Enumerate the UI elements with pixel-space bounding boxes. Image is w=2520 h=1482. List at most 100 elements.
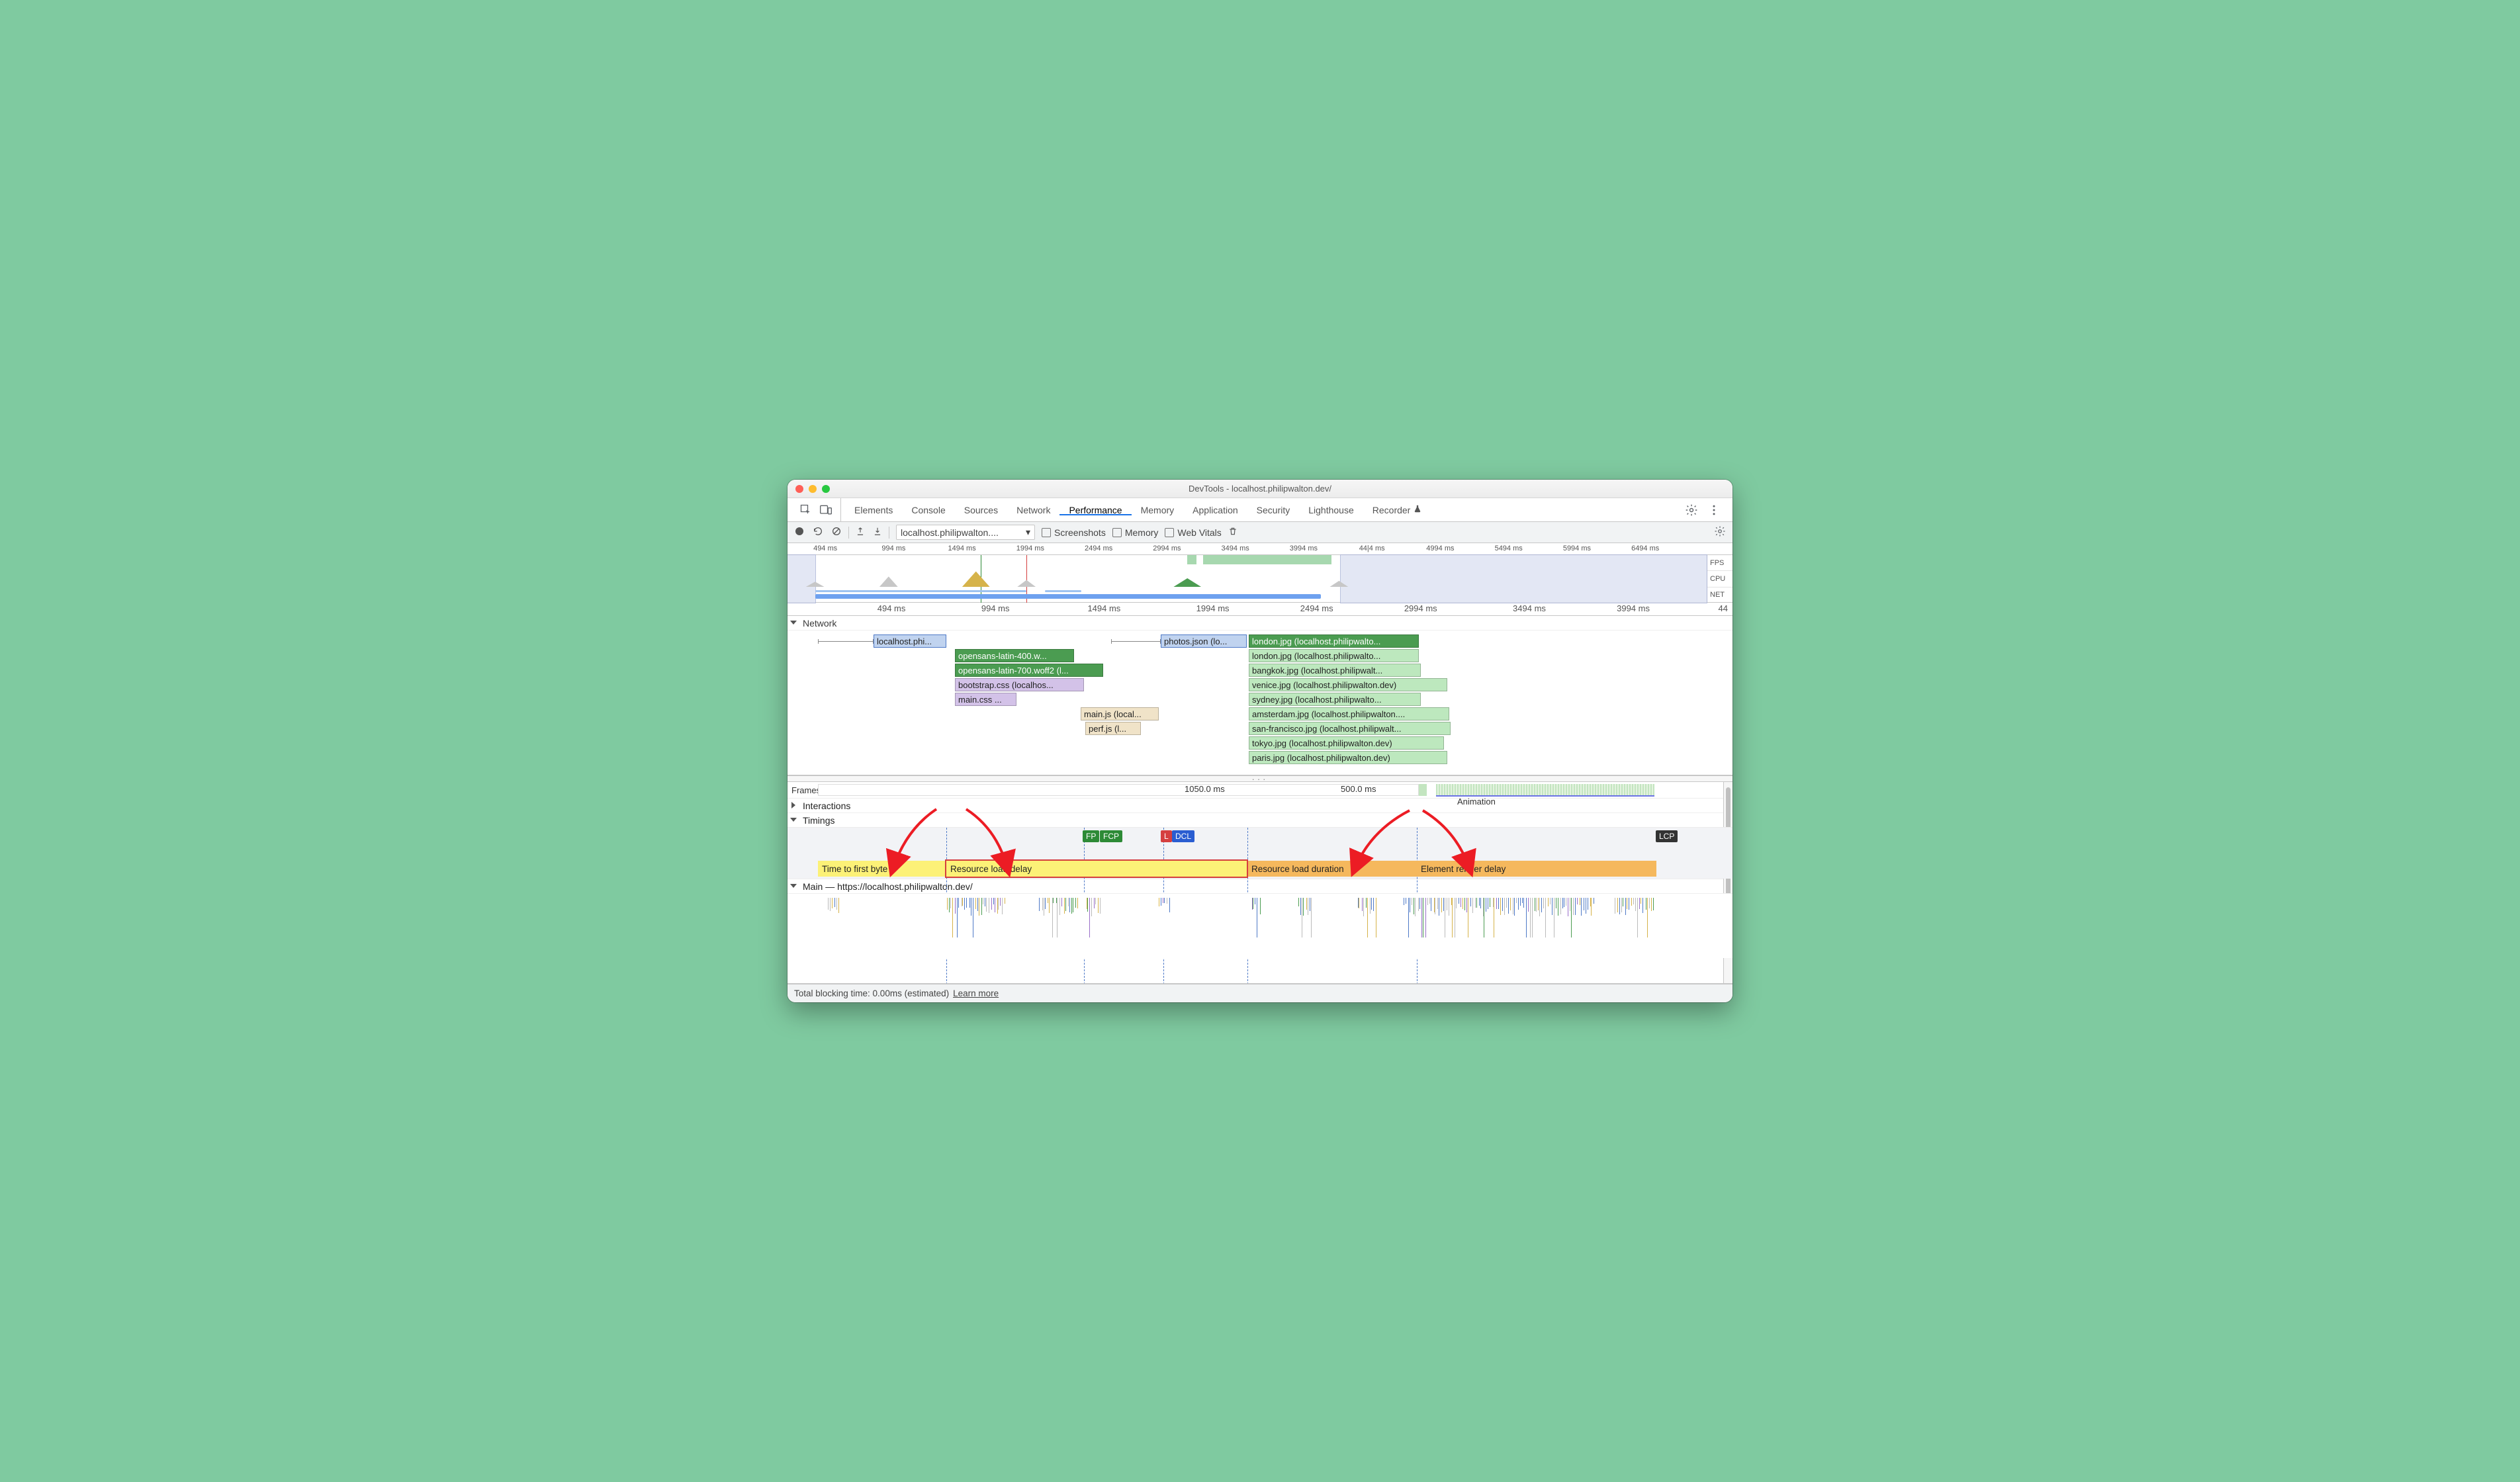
- trash-icon[interactable]: [1228, 526, 1238, 539]
- tab-console[interactable]: Console: [902, 504, 954, 515]
- tab-application[interactable]: Application: [1183, 504, 1247, 515]
- inspect-element-icon[interactable]: [799, 503, 813, 517]
- reload-icon[interactable]: [813, 526, 823, 539]
- network-request-bar[interactable]: bangkok.jpg (localhost.philipwalt...: [1249, 664, 1421, 677]
- network-request-bar[interactable]: opensans-latin-400.w...: [955, 649, 1074, 662]
- network-request-bar[interactable]: sydney.jpg (localhost.philipwalto...: [1249, 693, 1421, 706]
- main-ruler[interactable]: 494 ms994 ms1494 ms1994 ms2494 ms2994 ms…: [788, 603, 1732, 616]
- timings-track[interactable]: FP FCP L DCL LCP Time to first byte Reso…: [788, 827, 1732, 879]
- checkbox-screenshots[interactable]: Screenshots: [1042, 527, 1106, 538]
- ruler-tick: 3994 ms: [1617, 603, 1650, 613]
- performance-toolbar: localhost.philipwalton.... ▾ Screenshots…: [788, 522, 1732, 543]
- tab-recorder[interactable]: Recorder: [1363, 504, 1432, 515]
- phase-ttfb: Time to first byte: [818, 861, 946, 877]
- network-request-bar[interactable]: paris.jpg (localhost.philipwalton.dev): [1249, 751, 1447, 764]
- ruler-tick: 494 ms: [878, 603, 906, 613]
- overview-timeline[interactable]: 494 ms994 ms1494 ms1994 ms2494 ms2994 ms…: [788, 543, 1732, 603]
- network-request-bar[interactable]: main.css ...: [955, 693, 1016, 706]
- interactions-track[interactable]: Interactions: [788, 798, 1732, 812]
- overview-tick: 5494 ms: [1495, 543, 1523, 552]
- network-request-bar[interactable]: bootstrap.css (localhos...: [955, 678, 1084, 691]
- network-request-bar[interactable]: san-francisco.jpg (localhost.philipwalt.…: [1249, 722, 1451, 735]
- device-toolbar-icon[interactable]: [819, 503, 832, 517]
- overview-tick: 3994 ms: [1290, 543, 1318, 552]
- profile-target-label: localhost.philipwalton....: [901, 527, 999, 538]
- performance-content: 494 ms994 ms1494 ms1994 ms2494 ms2994 ms…: [788, 543, 1732, 984]
- more-icon[interactable]: [1707, 503, 1721, 517]
- main-track-label: Main — https://localhost.philipwalton.de…: [803, 881, 973, 892]
- section-network-header[interactable]: Network: [788, 616, 1732, 631]
- network-track[interactable]: localhost.phi... opensans-latin-400.w... o…: [788, 631, 1732, 775]
- network-request-bar[interactable]: tokyo.jpg (localhost.philipwalton.dev): [1249, 736, 1444, 750]
- network-request-bar[interactable]: opensans-latin-700.woff2 (l...: [955, 664, 1103, 677]
- overview-tick: 1494 ms: [948, 543, 976, 552]
- timings-label: Timings: [803, 815, 835, 826]
- checkbox-memory[interactable]: Memory: [1112, 527, 1159, 538]
- tab-memory[interactable]: Memory: [1132, 504, 1184, 515]
- tab-lighthouse[interactable]: Lighthouse: [1299, 504, 1363, 515]
- disclosure-triangle-icon: [791, 816, 799, 824]
- tab-network[interactable]: Network: [1007, 504, 1059, 515]
- disclosure-triangle-icon: [791, 619, 799, 627]
- network-request-bar[interactable]: perf.js (l...: [1085, 722, 1141, 735]
- network-request-bar[interactable]: london.jpg (localhost.philipwalto...: [1249, 634, 1419, 648]
- statusbar: Total blocking time: 0.00ms (estimated) …: [788, 984, 1732, 1002]
- capture-settings-icon[interactable]: [1714, 525, 1726, 539]
- frame-time-2: 500.0 ms: [1341, 784, 1376, 794]
- phase-resource-load-delay: Resource load delay: [946, 861, 1247, 877]
- phase-resource-load-duration: Resource load duration: [1247, 861, 1417, 877]
- main-track[interactable]: [788, 893, 1732, 958]
- network-request-bar[interactable]: london.jpg (localhost.philipwalto...: [1249, 649, 1419, 662]
- timings-track-header[interactable]: Timings: [788, 812, 1732, 827]
- devtools-window: DevTools - localhost.philipwalton.dev/ E…: [788, 480, 1732, 1002]
- network-request-bar[interactable]: photos.json (lo...: [1161, 634, 1247, 648]
- splitter-handle[interactable]: ···: [788, 775, 1732, 782]
- timing-fp-badge: FP: [1083, 830, 1099, 842]
- save-profile-icon[interactable]: [873, 527, 882, 538]
- overview-tick: 4994 ms: [1426, 543, 1454, 552]
- frames-track[interactable]: Frames 1050.0 ms 500.0 ms Animation: [788, 782, 1732, 798]
- timing-l-badge: L: [1161, 830, 1172, 842]
- tab-list: Elements Console Sources Network Perform…: [841, 504, 1677, 515]
- overview-net-label: NET: [1707, 588, 1732, 603]
- flame-chart[interactable]: Frames 1050.0 ms 500.0 ms Animation Inte…: [788, 782, 1732, 984]
- load-profile-icon[interactable]: [856, 527, 865, 538]
- tab-security[interactable]: Security: [1247, 504, 1300, 515]
- ruler-tick: 2994 ms: [1404, 603, 1437, 613]
- overview-fps-label: FPS: [1707, 555, 1732, 571]
- ruler-tick: 1494 ms: [1087, 603, 1120, 613]
- timing-fcp-badge: FCP: [1100, 830, 1122, 842]
- overview-track-labels: FPS CPU NET: [1707, 555, 1732, 603]
- tab-performance[interactable]: Performance: [1059, 504, 1131, 515]
- tab-sources[interactable]: Sources: [955, 504, 1007, 515]
- tab-elements[interactable]: Elements: [845, 504, 902, 515]
- overview-tick: 6494 ms: [1631, 543, 1659, 552]
- window-title: DevTools - localhost.philipwalton.dev/: [788, 484, 1732, 494]
- timing-dcl-badge: DCL: [1172, 830, 1194, 842]
- interactions-label: Interactions: [803, 801, 850, 811]
- network-request-bar[interactable]: venice.jpg (localhost.philipwalton.dev): [1249, 678, 1447, 691]
- section-network-label: Network: [803, 618, 836, 629]
- record-icon[interactable]: [794, 526, 805, 539]
- overview-tick: 3494 ms: [1222, 543, 1249, 552]
- profile-target-select[interactable]: localhost.philipwalton.... ▾: [896, 525, 1035, 540]
- network-request-bar[interactable]: localhost.phi...: [874, 634, 946, 648]
- settings-icon[interactable]: [1685, 503, 1698, 517]
- network-request-bar[interactable]: amsterdam.jpg (localhost.philipwalton...…: [1249, 707, 1449, 720]
- frame-time-1: 1050.0 ms: [1185, 784, 1225, 794]
- overview-tick: 1994 ms: [1016, 543, 1044, 552]
- ruler-tick: 3494 ms: [1513, 603, 1546, 613]
- network-request-bar[interactable]: main.js (local...: [1081, 707, 1159, 720]
- learn-more-link[interactable]: Learn more: [953, 988, 999, 998]
- overview-tracks[interactable]: [788, 555, 1707, 603]
- main-track-header[interactable]: Main — https://localhost.philipwalton.de…: [788, 879, 1732, 893]
- tab-recorder-label: Recorder: [1372, 505, 1411, 515]
- checkbox-memory-label: Memory: [1125, 527, 1159, 538]
- chevron-down-icon: ▾: [1026, 527, 1030, 538]
- ruler-tick: 44: [1718, 603, 1727, 613]
- ruler-tick: 1994 ms: [1196, 603, 1230, 613]
- clear-icon[interactable]: [831, 526, 842, 539]
- checkbox-web-vitals[interactable]: Web Vitals: [1165, 527, 1221, 538]
- overview-cpu-label: CPU: [1707, 571, 1732, 587]
- checkbox-screenshots-label: Screenshots: [1054, 527, 1106, 538]
